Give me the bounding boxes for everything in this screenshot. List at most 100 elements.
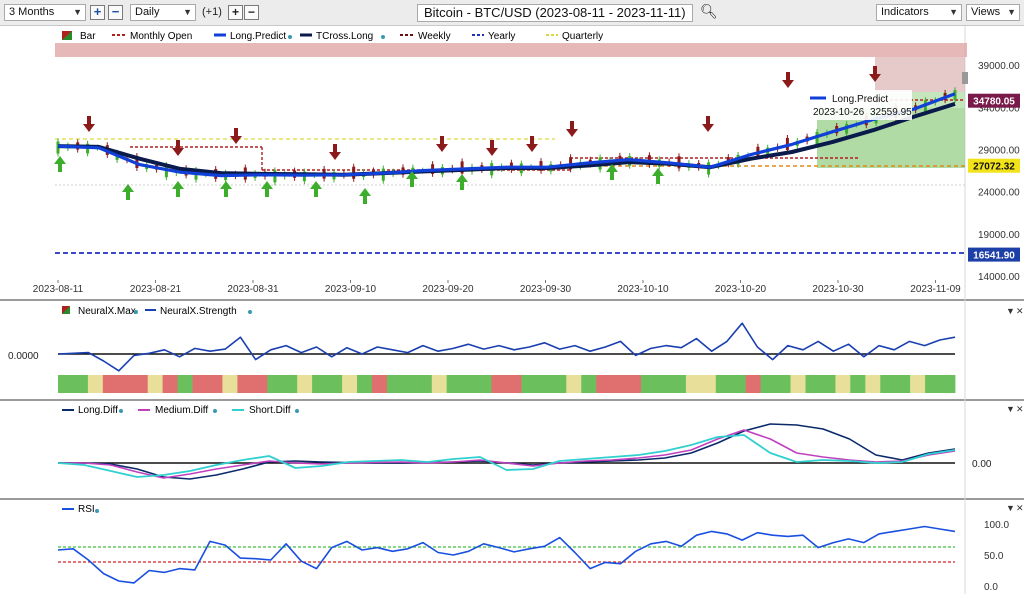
offset-label: (+1) — [202, 6, 222, 18]
neuralx-bar-segment — [476, 375, 492, 393]
neuralx-bar-segment — [237, 375, 253, 393]
search-icon[interactable]: 🔍︎ — [700, 3, 718, 20]
views-label: Views — [971, 6, 1001, 18]
chevron-down-icon: ▼ — [949, 7, 958, 17]
legend-quarterly: Quarterly — [562, 31, 603, 42]
up-arrow-shaft — [265, 188, 269, 197]
offset-plus-button[interactable]: + — [228, 5, 243, 20]
down-arrow-shaft — [570, 121, 574, 130]
legend-bar: Bar — [80, 31, 96, 42]
legend-monthly-open: Monthly Open — [130, 31, 192, 42]
tooltip-value: 32559.95 — [870, 107, 912, 118]
neuralx-bar-segment — [401, 375, 418, 393]
chart-area[interactable]: Bar Monthly Open Long.Predict TCross.Lon… — [0, 26, 1024, 594]
price-x-tick: 2023-08-31 — [227, 284, 279, 295]
panel3-close-icon[interactable]: ✕ — [1016, 404, 1024, 414]
price-x-tick: 2023-10-20 — [715, 284, 767, 295]
neuralx-bar-segment — [626, 375, 642, 393]
neuralx-bar-segment — [925, 375, 941, 393]
neuralx-bar-segment — [102, 375, 119, 393]
panel4-collapse-icon[interactable]: ▼ — [1006, 503, 1015, 513]
neuralx-bar-segment — [132, 375, 149, 393]
neuralx-bar-segment — [730, 375, 747, 393]
neuralx-bar-segment — [670, 375, 687, 393]
range-select-value: 3 Months — [9, 6, 55, 18]
views-select[interactable]: Views ▼ — [966, 4, 1020, 21]
neuralx-bar-segment — [745, 375, 762, 393]
neuralx-bar-segment — [73, 375, 89, 393]
legend-long-diff: Long.Diff — [78, 405, 118, 416]
price-y-tick: 19000.00 — [978, 230, 1020, 241]
price-x-tick: 2023-09-30 — [520, 284, 572, 295]
price-y-tick: 39000.00 — [978, 61, 1020, 72]
neuralx-bar-segment — [416, 375, 433, 393]
tooltip-label: Long.Predict — [832, 94, 888, 105]
minus-icon: − — [247, 5, 255, 19]
price-badge-label: 34780.05 — [973, 97, 1015, 108]
neuralx-bar-segment — [162, 375, 178, 393]
diff-zero-label: 0.00 — [972, 459, 992, 470]
neuralx-bar-segment — [910, 375, 926, 393]
up-arrow-shaft — [656, 175, 660, 184]
plus-icon: + — [231, 5, 239, 19]
neuralx-bar-segment — [312, 375, 328, 393]
down-arrow-shaft — [786, 72, 790, 81]
rsi-y-tick: 100.0 — [984, 520, 1009, 531]
neuralx-bar-segment — [267, 375, 283, 393]
neuralx-bar-segment — [207, 375, 223, 393]
panel3-collapse-icon[interactable]: ▼ — [1006, 404, 1015, 414]
interval-select[interactable]: Daily ▼ — [130, 4, 196, 21]
up-arrow-shaft — [58, 163, 62, 172]
indicators-select[interactable]: Indicators ▼ — [876, 4, 962, 21]
up-arrow-shaft — [460, 181, 464, 190]
neuralx-bar-segment — [895, 375, 911, 393]
price-x-tick: 2023-11-09 — [910, 284, 961, 295]
legend-tcross-long: TCross.Long — [316, 31, 373, 42]
neuralx-bar-segment — [192, 375, 208, 393]
neuralx-bar-segment — [147, 375, 164, 393]
neuralx-bar-segment — [566, 375, 582, 393]
neuralx-bar-segment — [536, 375, 552, 393]
neuralx-bar-segment — [491, 375, 507, 393]
panel2-collapse-icon[interactable]: ▼ — [1006, 306, 1015, 316]
tooltip: Long.Predict 2023-10-26 32559.95 — [806, 90, 912, 120]
minus-icon: − — [111, 4, 120, 19]
down-arrow-shaft — [333, 144, 337, 153]
neuralx-bar-segment — [87, 375, 104, 393]
neuralx-bar-segment — [641, 375, 657, 393]
panel2-close-icon[interactable]: ✕ — [1016, 306, 1024, 316]
neuralx-bar-segment — [760, 375, 776, 393]
neuralx-zero-label: 0.0000 — [8, 351, 39, 362]
neuralx-bar-segment — [327, 375, 343, 393]
down-arrow-shaft — [530, 136, 534, 145]
neuralx-bar-segment — [357, 375, 373, 393]
toolbar: 3 Months ▼ + − Daily ▼ (+1) + − Bitcoin … — [0, 0, 1024, 26]
legend-medium-diff: Medium.Diff — [155, 405, 208, 416]
down-arrow-shaft — [440, 136, 444, 145]
legend-yearly: Yearly — [488, 31, 515, 42]
neuralx-bar-segment — [715, 375, 732, 393]
neuralx-bar-segment — [117, 375, 134, 393]
neuralx-bar-segment — [371, 375, 388, 393]
down-arrow-shaft — [490, 140, 494, 149]
offset-minus-button[interactable]: − — [244, 5, 259, 20]
range-select[interactable]: 3 Months ▼ — [4, 4, 86, 21]
zoom-in-button[interactable]: + — [90, 5, 105, 20]
panel4-close-icon[interactable]: ✕ — [1016, 503, 1024, 513]
neuralx-bar-segment — [775, 375, 791, 393]
price-badge-label: 27072.32 — [973, 162, 1015, 173]
neuralx-bar-segment — [805, 375, 821, 393]
interval-select-value: Daily — [135, 6, 160, 18]
zoom-out-button[interactable]: − — [108, 5, 123, 20]
neuralx-bar-segment — [551, 375, 567, 393]
neuralx-bar-segment — [461, 375, 477, 393]
down-arrow-shaft — [706, 116, 710, 125]
neuralx-bar-segment — [446, 375, 463, 393]
neuralx-bar-segment — [282, 375, 298, 393]
neuralx-bar-segment — [521, 375, 537, 393]
chevron-down-icon: ▼ — [1007, 7, 1016, 17]
diff-legend: Long.Diff Medium.Diff Short.Diff — [62, 405, 299, 416]
neuralx-bar-segment — [431, 375, 448, 393]
neuralx-bar-segment — [865, 375, 881, 393]
price-y-tick: 14000.00 — [978, 272, 1020, 283]
